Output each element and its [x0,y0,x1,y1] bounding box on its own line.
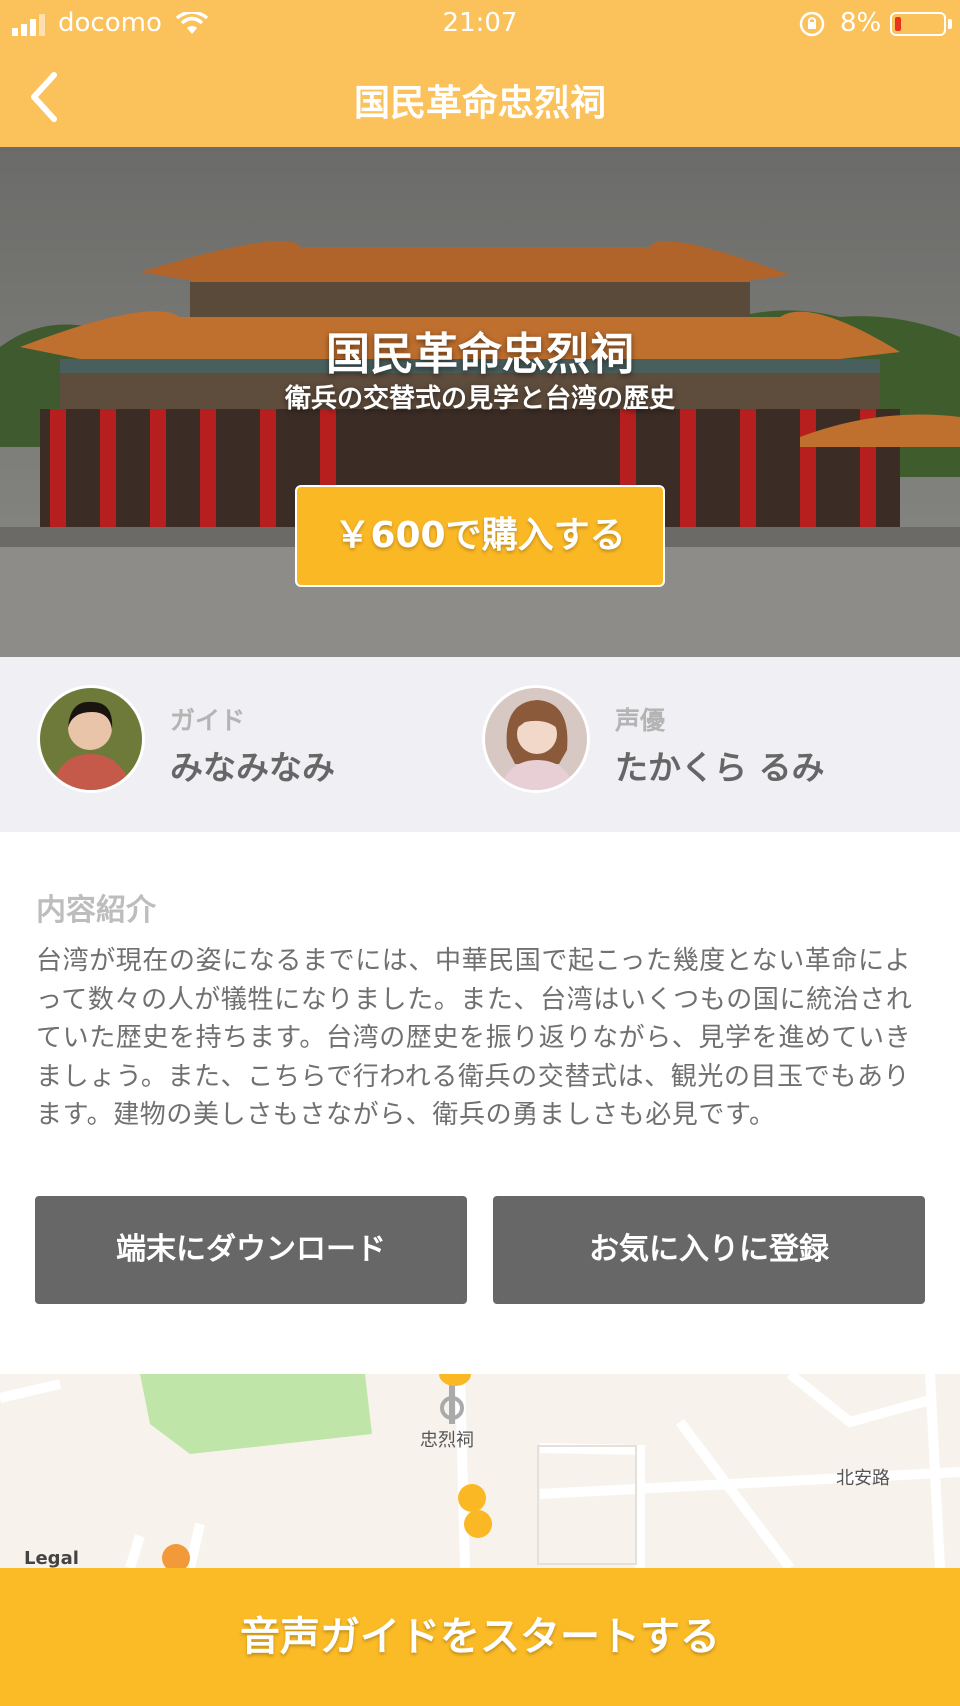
guide-avatar[interactable] [37,685,145,793]
map-legal-link[interactable]: Legal [24,1548,79,1568]
favorite-button[interactable]: お気に入りに登録 [493,1196,925,1304]
map-view[interactable]: 忠烈祠 北安路 Legal [0,1374,960,1568]
map-place-label: 忠烈祠 [420,1430,474,1451]
battery-percent: 8% [840,8,882,38]
voice-actor-name: たかくら るみ [615,748,825,787]
voice-actor-photo [485,688,587,790]
voice-actor-role: 声優 [615,706,666,735]
orientation-lock-icon [799,11,825,37]
battery-icon [890,12,946,36]
people-section: ガイド みなみなみ 声優 たかくら るみ [0,657,960,832]
download-button[interactable]: 端末にダウンロード [35,1196,467,1304]
hero-subtitle: 衛兵の交替式の見学と台湾の歴史 [284,384,675,414]
guide-photo [40,688,142,790]
buy-button[interactable]: ￥600で購入する [295,485,665,587]
start-audio-guide-button[interactable]: 音声ガイドをスタートする [0,1568,960,1706]
top-bar: docomo 21:07 8% 国民革命忠烈祠 [0,0,960,147]
nav-title: 国民革命忠烈祠 [353,83,606,124]
guide-role: ガイド [170,706,246,735]
voice-actor-avatar[interactable] [482,685,590,793]
status-bar: docomo 21:07 8% [0,0,960,50]
description-body: 台湾が現在の姿になるまでには、中華民国で起こった幾度とない革命によって数々の人が… [36,946,913,1130]
map-road-label: 北安路 [836,1468,890,1489]
guide-name: みなみなみ [170,748,335,787]
battery-tip [948,19,952,29]
map-graphic [0,1374,960,1568]
description-title: 内容紹介 [36,893,156,928]
hero-title: 国民革命忠烈祠 [326,329,634,380]
